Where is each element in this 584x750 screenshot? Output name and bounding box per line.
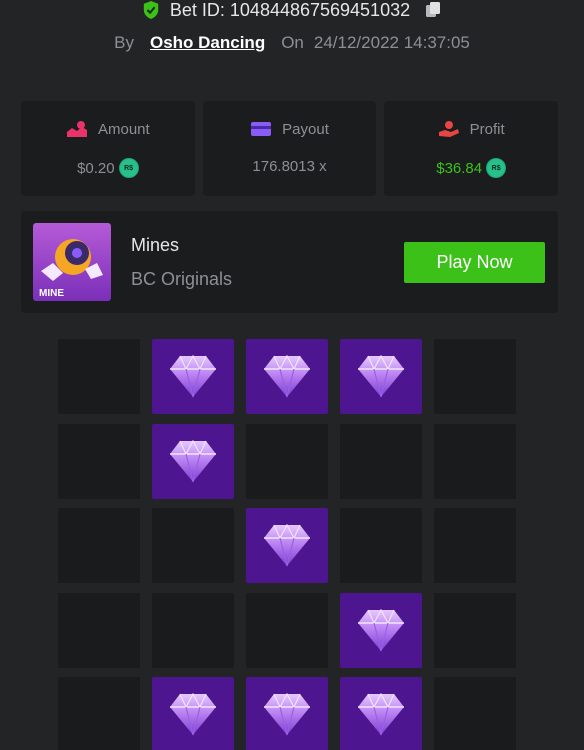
- mine-tile[interactable]: [58, 508, 140, 583]
- mine-tile-gem[interactable]: [246, 508, 328, 583]
- mine-tile[interactable]: [58, 677, 140, 750]
- diamond-icon: [358, 692, 404, 736]
- amount-value: $0.20: [77, 159, 115, 177]
- mine-tile[interactable]: [58, 339, 140, 414]
- diamond-icon: [170, 692, 216, 736]
- amount-card: Amount $0.20 R$: [21, 101, 195, 196]
- mine-tile-gem[interactable]: [152, 677, 234, 750]
- diamond-icon: [264, 354, 310, 398]
- mine-tile-gem[interactable]: [246, 339, 328, 414]
- diamond-icon: [170, 354, 216, 398]
- mine-tile[interactable]: [246, 423, 328, 499]
- mine-tile[interactable]: [340, 423, 422, 499]
- username-link[interactable]: Osho Dancing: [150, 33, 265, 53]
- bet-id-row: Bet ID: 104844867569451032: [0, 0, 584, 22]
- copy-icon[interactable]: [424, 1, 442, 19]
- mine-tile[interactable]: [434, 423, 516, 499]
- profit-label: Profit: [469, 120, 505, 138]
- mine-tile[interactable]: [58, 592, 140, 668]
- mine-tile[interactable]: [340, 508, 422, 583]
- mine-tile-gem[interactable]: [246, 677, 328, 750]
- by-label: By: [114, 33, 134, 52]
- author-row: By Osho Dancing On 24/12/2022 14:37:05: [0, 30, 584, 56]
- diamond-icon: [358, 608, 404, 651]
- diamond-icon: [358, 354, 404, 398]
- payout-card: Payout 176.8013 x: [202, 101, 377, 196]
- mine-tile-gem[interactable]: [340, 592, 422, 668]
- mine-tile[interactable]: [434, 339, 516, 414]
- mine-tile[interactable]: [58, 423, 140, 499]
- game-bar: MINE Mines BC Originals Play Now: [21, 211, 558, 313]
- profit-hand-icon: [438, 121, 459, 137]
- bet-amount-icon: [66, 121, 87, 137]
- shield-check-icon: [143, 1, 159, 19]
- mine-tile-gem[interactable]: [340, 339, 422, 414]
- payout-card-icon: [251, 122, 272, 136]
- mines-game-thumbnail[interactable]: MINE: [33, 223, 111, 301]
- rs-coin-icon: R$: [486, 158, 507, 178]
- mine-tile-gem[interactable]: [152, 339, 234, 414]
- mine-tile[interactable]: [434, 592, 516, 668]
- diamond-icon: [264, 692, 310, 736]
- rs-coin-icon: R$: [118, 158, 139, 178]
- mine-tile[interactable]: [152, 592, 234, 668]
- diamond-icon: [170, 439, 216, 482]
- amount-label: Amount: [97, 120, 150, 138]
- mine-tile[interactable]: [246, 592, 328, 668]
- mine-tile-gem[interactable]: [340, 677, 422, 750]
- mine-tile[interactable]: [434, 677, 516, 750]
- bet-stats: Amount $0.20 R$ Payout 176.8013 x Profit: [21, 101, 559, 196]
- bet-datetime: 24/12/2022 14:37:05: [313, 33, 470, 52]
- game-name[interactable]: Mines: [131, 235, 179, 256]
- mine-tile[interactable]: [434, 508, 516, 583]
- play-now-button[interactable]: Play Now: [404, 242, 545, 283]
- mine-tile-gem[interactable]: [152, 423, 234, 499]
- profit-value: $36.84: [436, 159, 483, 177]
- mines-thumbnail-art: MINE: [33, 223, 111, 301]
- mine-tile[interactable]: [152, 508, 234, 583]
- payout-label: Payout: [282, 120, 329, 138]
- bet-id-text: Bet ID: 104844867569451032: [169, 0, 411, 20]
- payout-value: 176.8013 x: [252, 158, 327, 175]
- thumb-label: MINE: [39, 288, 64, 299]
- profit-card: Profit $36.84 R$: [384, 101, 559, 196]
- game-provider: BC Originals: [131, 269, 233, 289]
- on-label: On: [281, 33, 304, 52]
- diamond-icon: [264, 523, 310, 567]
